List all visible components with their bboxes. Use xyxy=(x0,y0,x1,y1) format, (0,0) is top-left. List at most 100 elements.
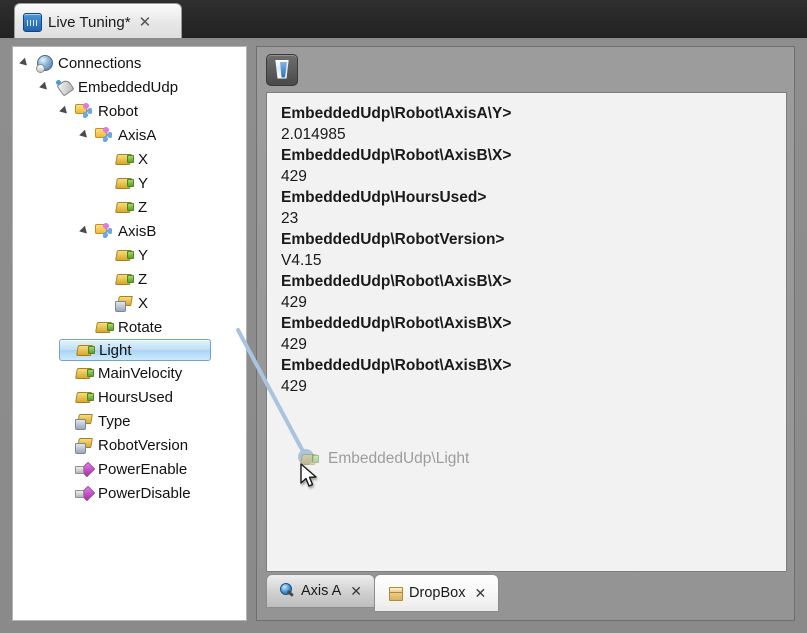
drop-entry-value: 429 xyxy=(281,294,307,311)
tree-item-axisb[interactable]: AxisB xyxy=(79,219,246,243)
tree-item-embeddedudp[interactable]: EmbeddedUdp xyxy=(39,75,246,99)
box-icon xyxy=(387,585,404,601)
drop-entry-value: 2.014985 xyxy=(281,126,346,143)
expander-open-icon[interactable] xyxy=(79,224,93,238)
close-icon[interactable]: ✕ xyxy=(474,585,486,602)
connection-icon xyxy=(55,79,73,95)
bottom-tab-label: Axis A xyxy=(301,583,342,599)
tree-item-x[interactable]: X xyxy=(99,147,246,171)
tree-item-label: AxisA xyxy=(118,126,157,144)
tree-item-connections[interactable]: Connections xyxy=(19,51,246,75)
tree-item-rotate[interactable]: Rotate xyxy=(79,315,246,339)
bottom-tab-dropbox[interactable]: DropBox ✕ xyxy=(374,574,500,612)
tree-item-axisa[interactable]: AxisA xyxy=(79,123,246,147)
tree-item-label: X xyxy=(138,150,149,168)
tree-item-label: Y xyxy=(138,174,149,192)
expander-open-icon[interactable] xyxy=(19,56,33,70)
application-window: Live Tuning* ✕ Connections EmbeddedUdp Rob… xyxy=(0,0,807,633)
tree-item-label: Rotate xyxy=(118,318,163,336)
close-icon[interactable]: ✕ xyxy=(350,583,362,600)
drop-entry-value: 23 xyxy=(281,210,299,227)
drop-entry-path: EmbeddedUdp\Robot\AxisB\X> xyxy=(281,147,512,164)
tree-item-label: X xyxy=(138,294,149,312)
variable-icon xyxy=(76,342,95,358)
variable-locked-icon xyxy=(75,413,93,430)
bottom-tab-label: DropBox xyxy=(409,585,466,601)
tree-item-label: Z xyxy=(138,270,148,288)
bottom-tab-axis-a[interactable]: Axis A ✕ xyxy=(266,574,376,608)
search-icon xyxy=(279,583,295,599)
bottom-tab-bar: Axis A ✕ DropBox ✕ xyxy=(266,574,787,614)
dropbox-toolbar xyxy=(257,47,794,92)
tree-item-powerdisable[interactable]: PowerDisable xyxy=(59,481,246,505)
tree-item-label: Robot xyxy=(98,102,139,120)
drop-entry-path: EmbeddedUdp\Robot\AxisB\X> xyxy=(281,273,512,290)
tree-item-label: Y xyxy=(138,246,149,264)
tree-item-light[interactable]: Light xyxy=(59,339,211,361)
document-tab-live-tuning[interactable]: Live Tuning* ✕ xyxy=(14,3,182,40)
tree-item-label: EmbeddedUdp xyxy=(78,78,179,96)
drop-entry-value: V4.15 xyxy=(281,252,322,269)
variable-icon xyxy=(115,247,134,263)
tree-item-label: PowerEnable xyxy=(98,460,188,478)
tree-item-label: Type xyxy=(98,412,131,430)
tree-item-label: AxisB xyxy=(118,222,157,240)
variable-icon xyxy=(115,199,134,215)
drop-area[interactable]: EmbeddedUdp\Robot\AxisA\Y> 2.014985 Embedd… xyxy=(266,92,787,572)
tree-item-mainvelocity[interactable]: MainVelocity xyxy=(59,361,246,385)
drop-entry-value: 429 xyxy=(281,336,307,353)
close-icon[interactable]: ✕ xyxy=(139,15,152,30)
globe-icon xyxy=(35,55,53,73)
variable-locked-icon xyxy=(115,295,133,312)
document-tab-label: Live Tuning* xyxy=(48,13,131,31)
variable-icon xyxy=(115,175,134,191)
tree-item-label: Z xyxy=(138,198,148,216)
tree-item-label: MainVelocity xyxy=(98,364,183,382)
tree-item-powerenable[interactable]: PowerEnable xyxy=(59,457,246,481)
tree-item-label: HoursUsed xyxy=(98,388,174,406)
drop-entry-path: EmbeddedUdp\RobotVersion> xyxy=(281,231,505,248)
tree-item-label: RobotVersion xyxy=(98,436,189,454)
drop-entry-path: EmbeddedUdp\HoursUsed> xyxy=(281,189,487,206)
variable-icon xyxy=(115,151,134,167)
drop-entry-path: EmbeddedUdp\Robot\AxisB\X> xyxy=(281,315,512,332)
tree-item-hoursused[interactable]: HoursUsed xyxy=(59,385,246,409)
clear-button[interactable] xyxy=(266,53,298,86)
tree-list: Connections EmbeddedUdp Robot AxisA X Y Z AxisB… xyxy=(13,47,246,505)
tree-item-y[interactable]: Y xyxy=(99,171,246,195)
tree-item-label: Connections xyxy=(58,54,142,72)
clear-icon xyxy=(274,60,290,80)
tree-item-robot[interactable]: Robot xyxy=(59,99,246,123)
variable-icon xyxy=(115,271,134,287)
group-icon xyxy=(95,127,113,143)
mouse-cursor xyxy=(300,463,317,487)
tree-item-robotversion[interactable]: RobotVersion xyxy=(59,433,246,457)
variable-icon xyxy=(75,365,94,381)
variable-icon xyxy=(75,389,94,405)
tree-item-x[interactable]: X xyxy=(99,291,246,315)
variable-icon xyxy=(95,319,114,335)
connections-tree-panel[interactable]: Connections EmbeddedUdp Robot AxisA X Y Z AxisB… xyxy=(12,46,247,621)
group-icon xyxy=(95,223,113,239)
variable-locked-icon xyxy=(75,437,93,454)
group-icon xyxy=(75,103,93,119)
drop-entry-value: 429 xyxy=(281,168,307,185)
command-icon xyxy=(75,461,93,477)
tree-item-z[interactable]: Z xyxy=(99,195,246,219)
drop-entry-path: EmbeddedUdp\Robot\AxisB\X> xyxy=(281,357,512,374)
drag-ghost-label: EmbeddedUdp\Light xyxy=(328,450,470,467)
dropbox-panel: EmbeddedUdp\Robot\AxisA\Y> 2.014985 Embedd… xyxy=(256,46,795,621)
tree-item-y[interactable]: Y xyxy=(99,243,246,267)
expander-open-icon[interactable] xyxy=(79,128,93,142)
expander-open-icon[interactable] xyxy=(59,104,73,118)
titlebar: Live Tuning* ✕ xyxy=(0,0,807,40)
expander-open-icon[interactable] xyxy=(39,80,53,94)
drag-ghost: EmbeddedUdp\Light xyxy=(300,450,469,468)
tree-item-type[interactable]: Type xyxy=(59,409,246,433)
tree-item-z[interactable]: Z xyxy=(99,267,246,291)
live-tuning-icon xyxy=(23,12,42,32)
drop-entry-value: 429 xyxy=(281,378,307,395)
command-icon xyxy=(75,485,93,501)
tree-item-label: PowerDisable xyxy=(98,484,191,502)
drop-entry-path: EmbeddedUdp\Robot\AxisA\Y> xyxy=(281,105,512,122)
